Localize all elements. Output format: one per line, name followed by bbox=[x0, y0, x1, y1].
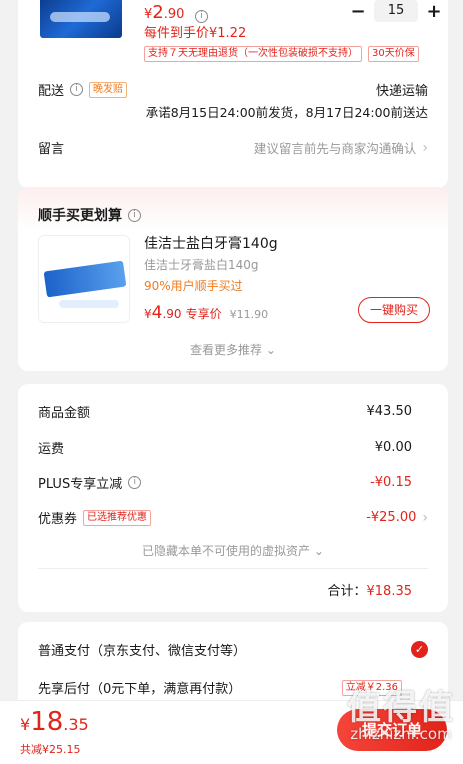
price-protect-tag: 30天价保 bbox=[368, 46, 419, 62]
chevron-right-icon: › bbox=[422, 139, 428, 156]
delivery-row[interactable]: 配送 i 晚发赔 快递运输 bbox=[38, 80, 428, 99]
quick-buy-button[interactable]: 一键购买 bbox=[358, 297, 430, 323]
addon-price: ¥4.90 专享价 ¥11.90 bbox=[144, 303, 269, 323]
info-icon[interactable]: i bbox=[70, 83, 84, 96]
plus-button[interactable]: + bbox=[422, 1, 446, 22]
checkout-bar: ¥18.35 共减¥25.15 提交订单 bbox=[0, 700, 463, 764]
quantity-field[interactable]: 15 bbox=[374, 0, 418, 22]
divider bbox=[38, 568, 428, 569]
summary-row: 商品金额 ¥43.50 bbox=[38, 404, 412, 421]
order-total: 合计：¥18.35 bbox=[327, 584, 412, 599]
chevron-down-icon: ⌄ bbox=[313, 544, 324, 558]
chevron-right-icon: › bbox=[422, 509, 428, 526]
quantity-stepper[interactable]: − 15 + bbox=[346, 0, 446, 22]
return-policy-tag: 支持７天无理由退货（一次性包装破损不支持） bbox=[144, 46, 362, 62]
summary-card: 商品金额 ¥43.50 运费 ¥0.00 PLUS专享立减 i -¥0.15 优… bbox=[18, 384, 448, 612]
hidden-assets-toggle[interactable]: 已隐藏本单不可使用的虚拟资产 ⌄ bbox=[18, 542, 448, 559]
exclusive-price-label: 专享价 bbox=[185, 307, 222, 321]
delivery-promise: 承诺8月15日24:00前发货，8月17日24:00前送达 bbox=[145, 105, 428, 120]
see-more-recommendations[interactable]: 查看更多推荐 ⌄ bbox=[18, 341, 448, 358]
delivery-label: 配送 bbox=[38, 84, 65, 99]
addon-card: 顺手买更划算 i 佳洁士盐白牙膏140g 佳洁士牙膏盐白140g 90%用户顺手… bbox=[18, 187, 448, 371]
addon-thumbnail[interactable] bbox=[38, 235, 130, 323]
delivery-method: 快递运输 bbox=[375, 84, 428, 99]
info-icon[interactable]: i bbox=[128, 476, 142, 489]
submit-order-button[interactable]: 提交订单 bbox=[337, 709, 447, 751]
original-price: ¥11.90 bbox=[229, 308, 269, 321]
info-icon[interactable]: i bbox=[128, 208, 141, 222]
product-thumbnail[interactable] bbox=[40, 0, 122, 38]
summary-row: 运费 ¥0.00 bbox=[38, 440, 412, 457]
message-input[interactable]: 建议留言前先与商家沟通确认 bbox=[254, 138, 417, 157]
payment-option-later[interactable]: 先享后付（0元下单，满意再付款） 立减￥2.36 bbox=[38, 678, 428, 697]
footer-saved: 共减¥25.15 bbox=[20, 743, 81, 756]
addon-item-name[interactable]: 佳洁士盐白牙膏140g bbox=[144, 233, 278, 253]
chevron-down-icon: ⌄ bbox=[265, 343, 276, 357]
checked-icon[interactable]: ✓ bbox=[411, 641, 428, 658]
discount-tag: 立减￥2.36 bbox=[341, 679, 402, 696]
addon-item-note: 90%用户顺手买过 bbox=[144, 279, 243, 293]
addon-title: 顺手买更划算 bbox=[38, 208, 122, 224]
coupon-tag: 已选推荐优惠 bbox=[83, 509, 152, 526]
coupon-row[interactable]: 优惠券 已选推荐优惠 -¥25.00 › bbox=[38, 508, 428, 527]
unit-price-text: 每件到手价¥1.22 bbox=[144, 26, 247, 41]
minus-button[interactable]: − bbox=[346, 1, 370, 22]
addon-header: 顺手买更划算 i bbox=[38, 205, 428, 225]
message-label: 留言 bbox=[38, 142, 65, 157]
message-row[interactable]: 留言 建议留言前先与商家沟通确认 › bbox=[38, 138, 428, 158]
late-compensation-tag: 晚发赔 bbox=[89, 81, 128, 98]
footer-total: ¥18.35 bbox=[20, 707, 89, 737]
summary-row: PLUS专享立减 i -¥0.15 bbox=[38, 475, 412, 492]
policy-tags: 支持７天无理由退货（一次性包装破损不支持） 30天价保 bbox=[144, 46, 419, 62]
payment-option-normal[interactable]: 普通支付（京东支付、微信支付等） ✓ bbox=[38, 640, 428, 659]
product-card: ¥2.90 i − 15 + 每件到手价¥1.22 支持７天无理由退货（一次性包… bbox=[18, 0, 448, 188]
product-price: ¥2.90 i bbox=[144, 2, 208, 23]
addon-item-spec: 佳洁士牙膏盐白140g bbox=[144, 258, 259, 272]
